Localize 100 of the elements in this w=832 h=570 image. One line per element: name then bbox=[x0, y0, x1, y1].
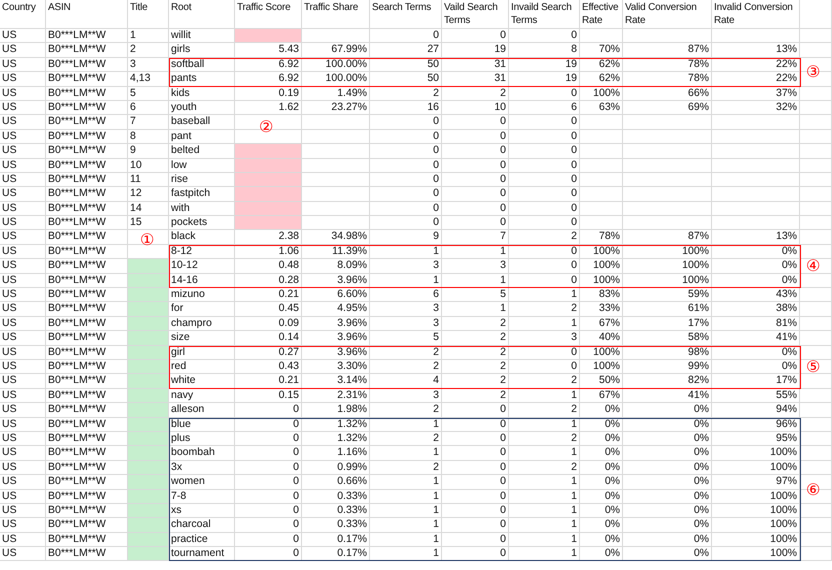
table-cell: 2 bbox=[509, 230, 580, 245]
table-cell: 19 bbox=[509, 72, 580, 87]
table-cell: 41% bbox=[712, 331, 800, 346]
table-cell: 63% bbox=[580, 100, 623, 116]
table-cell bbox=[302, 172, 370, 188]
table-cell: 100.00% bbox=[302, 58, 370, 72]
table-cell: 0% bbox=[623, 490, 712, 504]
table-cell: youth bbox=[169, 100, 235, 116]
table-cell: 0.14 bbox=[235, 331, 302, 346]
table-cell bbox=[800, 115, 832, 130]
table-cell: 0 bbox=[442, 504, 509, 518]
table-cell: 0 bbox=[509, 259, 580, 274]
table-cell: B0***LM**W bbox=[46, 144, 128, 159]
table-cell: 14 bbox=[128, 202, 169, 216]
table-cell: 1 bbox=[509, 418, 580, 432]
table-cell: 0 bbox=[235, 518, 302, 533]
table-cell bbox=[800, 446, 832, 461]
table-cell bbox=[580, 216, 623, 230]
table-cell: 0.33% bbox=[302, 490, 370, 504]
table-cell: US bbox=[0, 115, 46, 130]
table-cell: 0 bbox=[442, 172, 509, 188]
table-cell: 100% bbox=[580, 244, 623, 260]
table-cell: 0.33% bbox=[302, 518, 370, 533]
table-cell: 67% bbox=[580, 388, 623, 404]
table-cell bbox=[800, 316, 832, 332]
table-cell: US bbox=[0, 43, 46, 58]
table-cell: pant bbox=[169, 130, 235, 144]
table-cell: 100% bbox=[580, 259, 623, 274]
column-header: Title bbox=[128, 0, 169, 29]
table-cell: 0 bbox=[235, 532, 302, 548]
table-cell: 10 bbox=[442, 100, 509, 116]
table-cell: US bbox=[0, 187, 46, 202]
table-cell: 8-12 bbox=[169, 244, 235, 260]
table-cell: 9 bbox=[128, 144, 169, 159]
table-cell: 0 bbox=[235, 475, 302, 490]
table-cell: 0 bbox=[370, 115, 442, 130]
table-cell: 78% bbox=[580, 230, 623, 245]
column-header: Traffic Share bbox=[302, 0, 370, 29]
table-cell: 100% bbox=[580, 86, 623, 101]
table-cell: plus bbox=[169, 432, 235, 446]
table-cell: girls bbox=[169, 43, 235, 58]
table-cell: US bbox=[0, 216, 46, 230]
column-header: Country bbox=[0, 0, 46, 29]
table-cell: 81% bbox=[712, 316, 800, 332]
table-cell: 3 bbox=[442, 259, 509, 274]
table-cell: 78% bbox=[623, 72, 712, 87]
table-cell: 1.32% bbox=[302, 418, 370, 432]
table-cell: white bbox=[169, 374, 235, 389]
table-cell: 0% bbox=[623, 460, 712, 476]
annotation-number: ⑤ bbox=[806, 359, 820, 376]
table-cell: US bbox=[0, 374, 46, 389]
table-cell: 0% bbox=[623, 403, 712, 418]
table-cell: 22% bbox=[712, 72, 800, 87]
table-cell: 0% bbox=[712, 346, 800, 360]
annotation-number: ① bbox=[140, 232, 154, 248]
table-cell: 100% bbox=[712, 446, 800, 461]
table-cell: for bbox=[169, 302, 235, 317]
table-cell: 1 bbox=[509, 532, 580, 548]
table-cell: 1 bbox=[370, 446, 442, 461]
table-cell bbox=[800, 187, 832, 202]
table-cell: 0% bbox=[712, 244, 800, 260]
table-cell: 9 bbox=[370, 230, 442, 245]
table-cell: US bbox=[0, 316, 46, 332]
table-cell bbox=[800, 144, 832, 159]
table-cell bbox=[800, 331, 832, 346]
table-cell: 97% bbox=[712, 475, 800, 490]
table-cell: softball bbox=[169, 58, 235, 72]
table-cell: 6.92 bbox=[235, 72, 302, 87]
table-cell: 50 bbox=[370, 58, 442, 72]
table-cell: 10-12 bbox=[169, 259, 235, 274]
table-cell: US bbox=[0, 446, 46, 461]
table-cell bbox=[580, 130, 623, 144]
table-cell: 0 bbox=[235, 547, 302, 562]
table-cell: 6 bbox=[370, 288, 442, 302]
table-cell: 3 bbox=[370, 302, 442, 317]
table-cell: B0***LM**W bbox=[46, 130, 128, 144]
table-cell: 55% bbox=[712, 388, 800, 404]
table-cell bbox=[302, 130, 370, 144]
table-cell bbox=[800, 43, 832, 58]
table-cell: 1 bbox=[370, 518, 442, 533]
table-cell: 100% bbox=[623, 274, 712, 288]
table-cell bbox=[302, 158, 370, 173]
table-cell: 0 bbox=[235, 460, 302, 476]
table-cell: kids bbox=[169, 86, 235, 101]
table-cell: 0% bbox=[580, 418, 623, 432]
table-cell: 0.27 bbox=[235, 346, 302, 360]
table-cell: 6.60% bbox=[302, 288, 370, 302]
table-cell: practice bbox=[169, 532, 235, 548]
table-cell: 0 bbox=[509, 130, 580, 144]
table-cell: 0% bbox=[623, 518, 712, 533]
table-cell: B0***LM**W bbox=[46, 72, 128, 87]
table-cell: charcoal bbox=[169, 518, 235, 533]
table-cell: 23.27% bbox=[302, 100, 370, 116]
table-cell: 0 bbox=[442, 403, 509, 418]
table-cell: 1.62 bbox=[235, 100, 302, 116]
table-cell: 0% bbox=[580, 518, 623, 533]
table-cell: 0 bbox=[370, 144, 442, 159]
table-cell: 16 bbox=[370, 100, 442, 116]
table-cell: 41% bbox=[623, 388, 712, 404]
table-cell bbox=[800, 388, 832, 404]
